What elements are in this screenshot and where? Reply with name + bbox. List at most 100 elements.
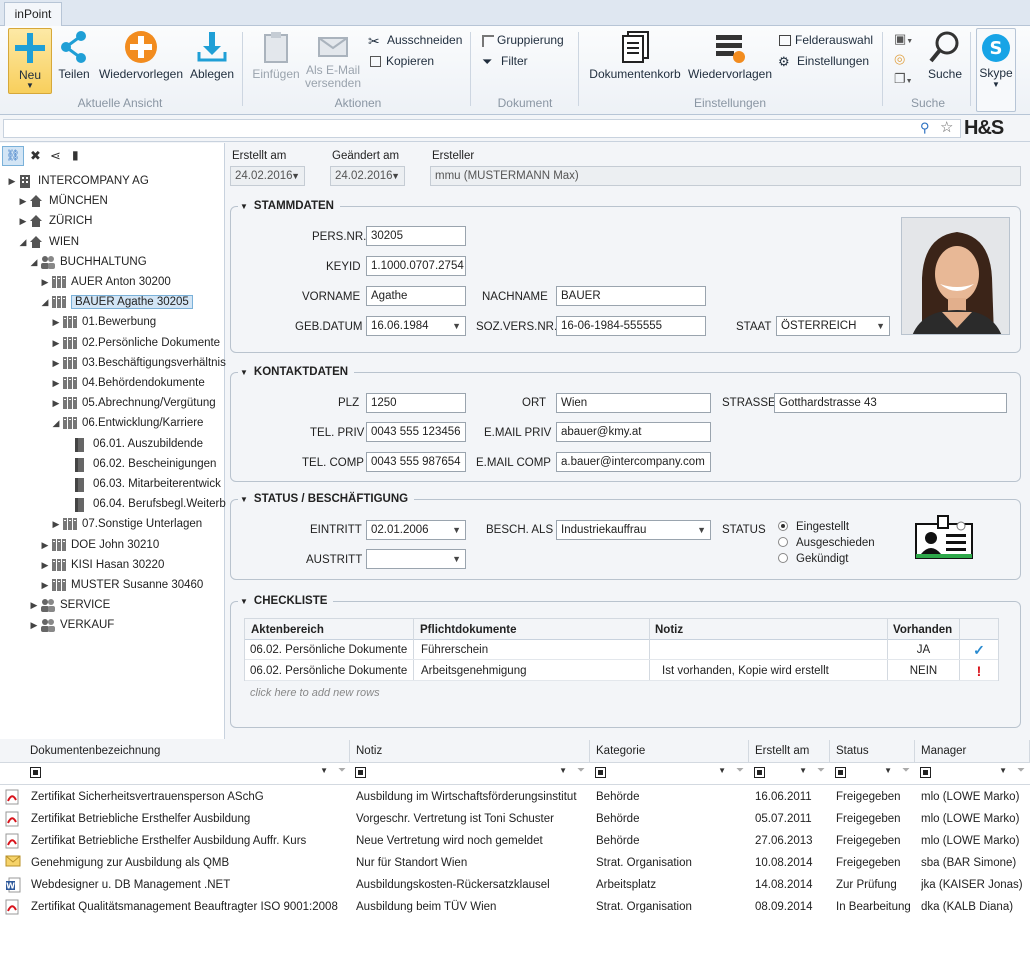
share-button[interactable]: Teilen bbox=[56, 30, 92, 81]
tree-item[interactable]: ▶ 07.Sonstige Unterlagen bbox=[50, 514, 202, 534]
tree-item[interactable]: ▶ KISI Hasan 30220 bbox=[39, 555, 164, 575]
created-date-field[interactable]: 24.02.2016 ▼ bbox=[230, 166, 305, 186]
expand-icon[interactable]: ▶ bbox=[17, 211, 29, 231]
window-dropdown-icon[interactable]: ❐▼ bbox=[894, 71, 913, 87]
dropdown-arrow-icon[interactable]: ▼ bbox=[884, 766, 892, 775]
new-button[interactable]: Neu ▼ bbox=[8, 28, 52, 94]
modified-date-field[interactable]: 24.02.2016 ▼ bbox=[330, 166, 405, 186]
collapse-icon[interactable]: ◢ bbox=[17, 232, 29, 252]
search-button[interactable]: Suche bbox=[924, 30, 966, 81]
share-small-icon[interactable]: ⋖ bbox=[50, 148, 61, 164]
tree-item[interactable]: ▶ INTERCOMPANY AG bbox=[6, 171, 149, 191]
expand-icon[interactable]: ▶ bbox=[17, 191, 29, 211]
tree-item[interactable]: 06.03. Mitarbeiterentwick bbox=[61, 474, 221, 494]
paste-button[interactable]: Einfügen bbox=[250, 30, 302, 81]
collapse-icon[interactable]: ◢ bbox=[50, 413, 62, 433]
checklist-header-present[interactable]: Vorhanden bbox=[893, 620, 952, 640]
tree-item[interactable]: 06.04. Berufsbegl.Weiterb bbox=[61, 494, 226, 514]
filter-button[interactable]: ⏷ Filter bbox=[482, 52, 528, 70]
checklist-header-note[interactable]: Notiz bbox=[655, 620, 683, 640]
search-go-icon[interactable]: ⚲ bbox=[920, 120, 930, 136]
grid-filter-cell[interactable]: ▼ ⏷ bbox=[835, 763, 912, 784]
expand-icon[interactable]: ▶ bbox=[39, 575, 51, 595]
file-button[interactable]: Ablegen bbox=[188, 30, 236, 81]
tree-item[interactable]: ◢ BAUER Agathe 30205 bbox=[39, 292, 193, 312]
clear-filter-icon[interactable]: ⏷ bbox=[736, 765, 744, 776]
tree-item[interactable]: ◢ 06.Entwicklung/Karriere bbox=[50, 413, 203, 433]
birth-date-field[interactable]: 16.06.1984 ▼ bbox=[366, 316, 466, 336]
email-private-field[interactable]: abauer@kmy.at bbox=[556, 422, 711, 442]
tree-item[interactable]: ▶ VERKAUF bbox=[28, 615, 114, 635]
copy-button[interactable]: Kopieren bbox=[368, 52, 434, 70]
tree-item[interactable]: ▶ DOE John 30210 bbox=[39, 535, 159, 555]
clear-filter-icon[interactable]: ⏷ bbox=[577, 765, 585, 776]
field-selection-button[interactable]: Felderauswahl bbox=[778, 31, 873, 49]
filter-operator-icon[interactable] bbox=[355, 767, 366, 778]
tree-item[interactable]: ▶ MÜNCHEN bbox=[17, 191, 108, 211]
checklist-header-area[interactable]: Aktenbereich bbox=[251, 620, 324, 640]
expand-icon[interactable]: ▶ bbox=[39, 555, 51, 575]
zip-field[interactable]: 1250 bbox=[366, 393, 466, 413]
grid-header-cell[interactable]: Status bbox=[830, 740, 915, 762]
grid-filter-cell[interactable]: ▼ ⏷ bbox=[920, 763, 1027, 784]
dropdown-arrow-icon[interactable]: ▼ bbox=[799, 766, 807, 775]
grid-header-cell[interactable]: Manager bbox=[915, 740, 1030, 762]
skype-button[interactable]: S Skype ▼ bbox=[976, 28, 1016, 112]
document-basket-button[interactable]: Dokumentenkorb bbox=[586, 30, 684, 81]
first-name-field[interactable]: Agathe bbox=[366, 286, 466, 306]
contact-title[interactable]: ▼ KONTAKTDATEN bbox=[238, 366, 355, 378]
city-field[interactable]: Wien bbox=[556, 393, 711, 413]
tree-item[interactable]: ▶ 01.Bewerbung bbox=[50, 312, 156, 332]
filter-operator-icon[interactable] bbox=[754, 767, 765, 778]
grid-filter-cell[interactable]: ▼ ⏷ bbox=[355, 763, 587, 784]
social-security-field[interactable]: 16-06-1984-555555 bbox=[556, 316, 706, 336]
status-radio-option[interactable]: Ausgeschieden bbox=[778, 536, 875, 549]
tree-item[interactable]: 06.02. Bescheinigungen bbox=[61, 454, 216, 474]
filter-operator-icon[interactable] bbox=[595, 767, 606, 778]
tree-item[interactable]: ▶ AUER Anton 30200 bbox=[39, 272, 171, 292]
expand-icon[interactable]: ▶ bbox=[50, 514, 62, 534]
add-row-link[interactable]: click here to add new rows bbox=[250, 687, 380, 699]
tree-item[interactable]: ◢ BUCHHALTUNG bbox=[28, 252, 147, 272]
phone-private-field[interactable]: 0043 555 123456 bbox=[366, 422, 466, 442]
tree-item[interactable]: ▶ 05.Abrechnung/Vergütung bbox=[50, 393, 216, 413]
expand-icon[interactable]: ▶ bbox=[28, 615, 40, 635]
keyid-field[interactable]: 1.1000.0707.2754 bbox=[366, 256, 466, 276]
grouping-button[interactable]: Gruppierung bbox=[482, 31, 564, 49]
collapse-icon[interactable]: ◢ bbox=[39, 292, 51, 312]
expand-icon[interactable]: ▶ bbox=[50, 312, 62, 332]
collapse-icon[interactable]: ◢ bbox=[28, 252, 40, 272]
expand-icon[interactable]: ▶ bbox=[50, 373, 62, 393]
settings-button[interactable]: ⚙ Einstellungen bbox=[778, 52, 869, 70]
expand-icon[interactable]: ▶ bbox=[50, 333, 62, 353]
dropdown-arrow-icon[interactable]: ▼ bbox=[718, 766, 726, 775]
tree-item[interactable]: ▶ 03.Beschäftigungsverhältnis bbox=[50, 353, 226, 373]
clear-filter-icon[interactable]: ⏷ bbox=[338, 765, 346, 776]
global-search-input[interactable] bbox=[3, 119, 961, 138]
dropdown-arrow-icon[interactable]: ▼ bbox=[559, 766, 567, 775]
grid-header-cell[interactable]: Erstellt am bbox=[749, 740, 830, 762]
master-data-title[interactable]: ▼ STAMMDATEN bbox=[238, 200, 340, 212]
checklist-title[interactable]: ▼ CHECKLISTE bbox=[238, 595, 334, 607]
tree-item[interactable]: ▶ 02.Persönliche Dokumente bbox=[50, 333, 220, 353]
creator-field[interactable]: mmu (MUSTERMANN Max) bbox=[430, 166, 1021, 186]
street-field[interactable]: Gotthardstrasse 43 bbox=[774, 393, 1007, 413]
clear-filter-icon[interactable]: ⏷ bbox=[1017, 765, 1025, 776]
dropdown-arrow-icon[interactable]: ▼ bbox=[999, 766, 1007, 775]
tree-item[interactable]: 06.01. Auszubildende bbox=[61, 434, 203, 454]
status-radio-option[interactable]: Gekündigt bbox=[778, 552, 848, 565]
status-radio-option[interactable]: Eingestellt bbox=[778, 520, 849, 533]
employed-as-select[interactable]: Industriekauffrau ▼ bbox=[556, 520, 711, 540]
clear-filter-icon[interactable]: ⏷ bbox=[817, 765, 825, 776]
trash-icon[interactable]: ▮ bbox=[72, 148, 79, 162]
expand-icon[interactable]: ▶ bbox=[39, 535, 51, 555]
expand-icon[interactable]: ▶ bbox=[6, 171, 18, 191]
grid-filter-cell[interactable]: ▼ ⏷ bbox=[595, 763, 746, 784]
filter-operator-icon[interactable] bbox=[920, 767, 931, 778]
filter-operator-icon[interactable] bbox=[835, 767, 846, 778]
tree-item[interactable]: ▶ MUSTER Susanne 30460 bbox=[39, 575, 203, 595]
expand-icon[interactable]: ▶ bbox=[50, 353, 62, 373]
cut-button[interactable]: ✂ Ausschneiden bbox=[368, 31, 462, 49]
country-select[interactable]: ÖSTERREICH ▼ bbox=[776, 316, 890, 336]
expand-icon[interactable]: ▶ bbox=[28, 595, 40, 615]
